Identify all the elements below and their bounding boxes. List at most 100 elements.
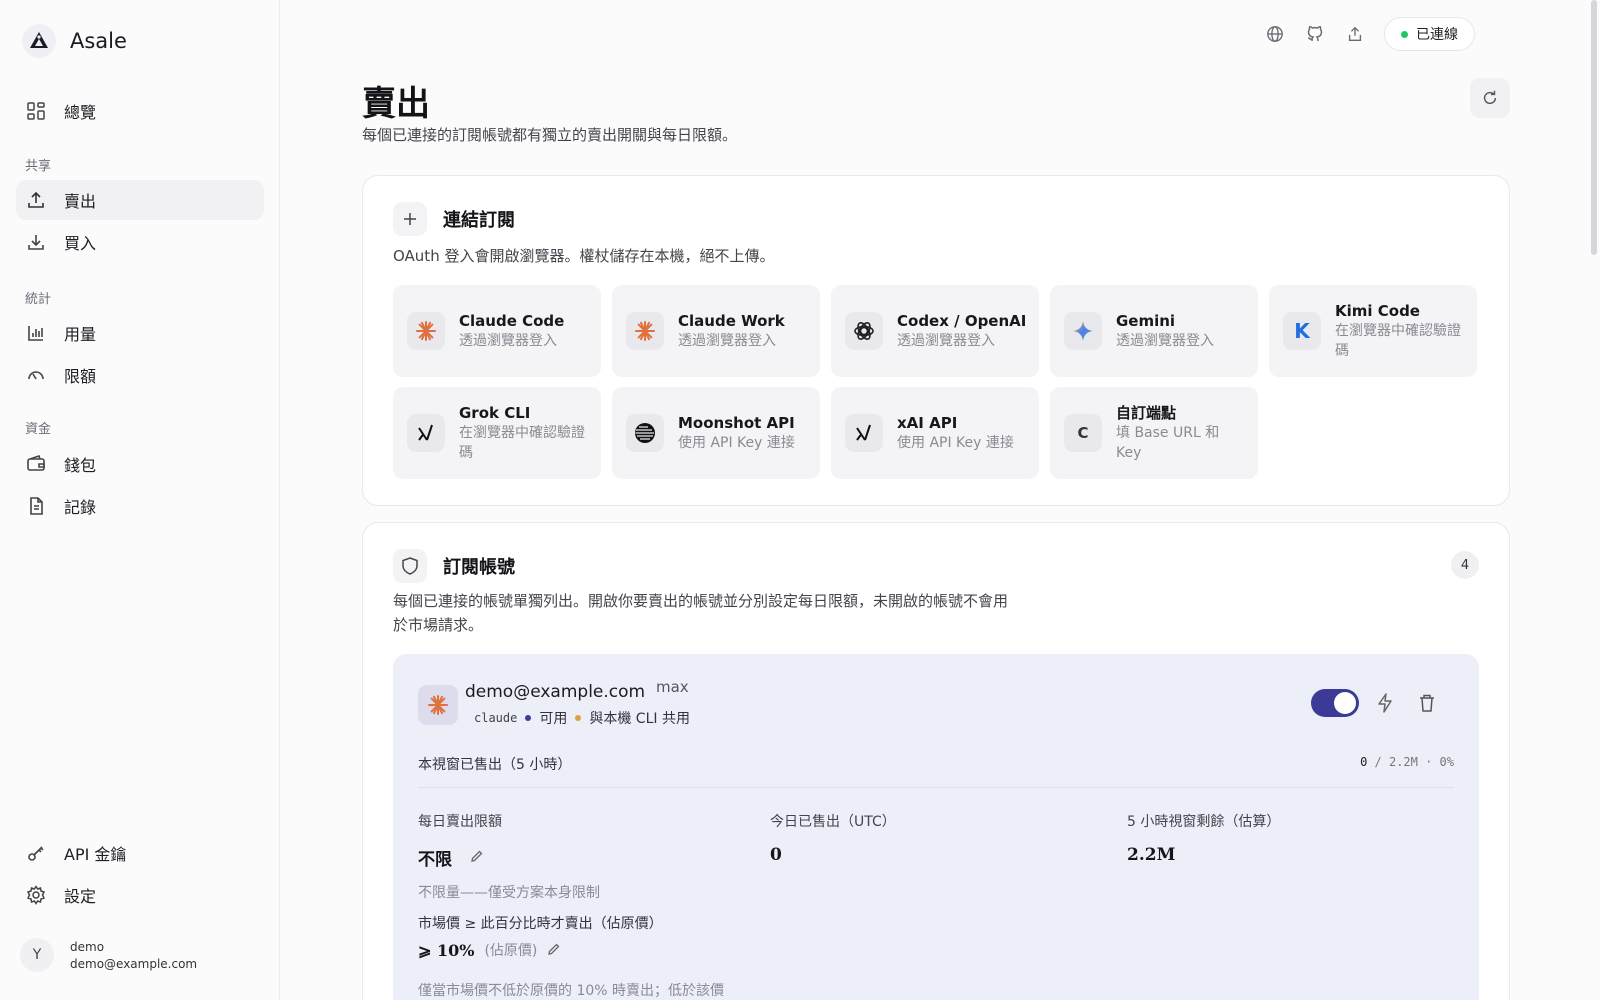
provider-subtitle: 透過瀏覽器登入 (459, 333, 557, 349)
provider-title: Grok CLI (459, 404, 531, 422)
provider-gemini[interactable]: Gemini 透過瀏覽器登入 (1050, 285, 1258, 377)
key-icon (28, 846, 44, 861)
provider-subtitle: 填 Base URL 和 Key (1116, 425, 1220, 461)
edit-market-threshold-icon[interactable] (547, 941, 561, 960)
provider-title: Kimi Code (1335, 302, 1420, 320)
sidebar-item-label: 設定 (64, 887, 97, 906)
provider-title: Moonshot API (678, 414, 795, 432)
provider-title: 自訂端點 (1116, 404, 1177, 422)
grok-icon (407, 414, 445, 452)
provider-kimi-code[interactable]: K Kimi Code 在瀏覽器中確認驗證碼 (1269, 285, 1477, 377)
provider-custom-endpoint[interactable]: C 自訂端點填 Base URL 和 Key (1050, 387, 1258, 479)
sidebar-item-overview[interactable]: 總覽 (16, 91, 264, 131)
sidebar-item-label: 限額 (64, 367, 97, 386)
openai-icon (845, 312, 883, 350)
download-icon (28, 235, 44, 250)
market-threshold-value: ⩾ 10% (418, 940, 475, 960)
daily-limit-value: 不限 (418, 850, 452, 870)
kimi-icon: K (1283, 312, 1321, 350)
unlimited-note: 不限量——僅受方案本身限制 (418, 885, 600, 901)
provider-subtitle: 使用 API Key 連接 (678, 435, 795, 451)
provider-moonshot-api[interactable]: Moonshot API 使用 API Key 連接 (612, 387, 820, 479)
account-status: 可用 (539, 711, 568, 727)
provider-xai-api[interactable]: xAI API 使用 API Key 連接 (831, 387, 1039, 479)
connect-card-header: 連結訂閱 (393, 202, 515, 236)
account-plan: max (656, 678, 689, 696)
provider-subtitle: 使用 API Key 連接 (897, 435, 1014, 451)
sidebar-item-label: 錢包 (64, 456, 97, 475)
sell-toggle[interactable] (1311, 689, 1359, 717)
sidebar-item-label: 總覽 (64, 103, 97, 122)
provider-title: Claude Code (459, 312, 565, 330)
avatar: Y (20, 938, 54, 972)
user-name: demo (70, 940, 105, 954)
trash-icon[interactable] (1418, 693, 1436, 717)
sidebar-item-wallet[interactable]: 錢包 (16, 444, 264, 484)
sidebar-item-api-keys[interactable]: API 金鑰 (16, 833, 264, 873)
gemini-icon (1064, 312, 1102, 350)
upload-icon (28, 191, 44, 208)
bolt-icon[interactable] (1376, 693, 1394, 717)
page-title: 賣出 (362, 84, 430, 124)
provider-claude-work[interactable]: Claude Work 透過瀏覽器登入 (612, 285, 820, 377)
provider-subtitle: 透過瀏覽器登入 (1116, 333, 1214, 349)
plus-icon[interactable] (393, 202, 427, 236)
sidebar-item-records[interactable]: 記錄 (16, 486, 264, 526)
github-icon[interactable] (1304, 23, 1326, 45)
connection-status-label: 已連線 (1416, 27, 1458, 43)
brand[interactable]: Asale (22, 24, 127, 58)
accounts-count-badge: 4 (1451, 551, 1479, 579)
gear-icon (26, 885, 46, 905)
page-subtitle: 每個已連接的訂閱帳號都有獨立的賣出開關與每日限額。 (362, 126, 738, 144)
sold-today-value: 0 (770, 845, 782, 865)
window-remaining-label: 5 小時視窗剩餘（估算） (1127, 814, 1281, 830)
page-scrollbar[interactable] (1591, 0, 1597, 255)
sidebar-item-settings[interactable]: 設定 (16, 875, 264, 915)
asale-logo-icon (22, 24, 56, 58)
moonshot-icon (626, 414, 664, 452)
sidebar-item-limits[interactable]: 限額 (16, 355, 264, 395)
account-panel: demo@example.com max claude 可用 與本機 CLI 共… (393, 654, 1479, 1000)
connect-card-desc: OAuth 登入會開啟瀏覽器。權杖儲存在本機，絕不上傳。 (393, 247, 775, 265)
sidebar-item-sell[interactable]: 賣出 (16, 180, 264, 220)
section-funds: 資金 (25, 422, 52, 437)
gauge-icon (28, 371, 44, 380)
refresh-button[interactable] (1470, 78, 1510, 118)
sidebar-item-label: 用量 (64, 325, 97, 344)
sidebar-item-buy[interactable]: 買入 (16, 222, 264, 262)
document-icon (30, 497, 43, 515)
provider-tag: claude (474, 711, 518, 725)
share-icon[interactable] (1344, 23, 1366, 45)
sidebar-item-usage[interactable]: 用量 (16, 313, 264, 353)
edit-daily-limit-icon[interactable] (470, 848, 484, 867)
sold-today-label: 今日已售出（UTC） (770, 814, 896, 830)
provider-title: xAI API (897, 414, 958, 432)
window-remaining-value: 2.2M (1127, 845, 1176, 865)
bar-chart-icon (28, 326, 43, 341)
provider-title: Gemini (1116, 312, 1176, 330)
globe-icon[interactable] (1264, 23, 1286, 45)
window-sold-value: 0 / 2.2M · 0% (1360, 755, 1454, 769)
connection-status-badge[interactable]: 已連線 (1384, 17, 1475, 51)
sidebar-item-label: 賣出 (64, 192, 97, 211)
app-name: Asale (70, 29, 127, 53)
user-profile[interactable]: Y demo demo@example.com (20, 938, 197, 972)
account-email: demo@example.com (465, 682, 646, 702)
provider-claude-code[interactable]: Claude Code 透過瀏覽器登入 (393, 285, 601, 377)
provider-grok-cli[interactable]: Grok CLI 在瀏覽器中確認驗證碼 (393, 387, 601, 479)
divider (418, 787, 1454, 788)
claude-icon (407, 312, 445, 350)
account-meta: claude 可用 與本機 CLI 共用 (474, 708, 690, 728)
shared-dot (575, 715, 582, 721)
window-sold-label: 本視窗已售出（5 小時） (418, 757, 572, 773)
connect-subscription-card: 連結訂閱 OAuth 登入會開啟瀏覽器。權杖儲存在本機，絕不上傳。 Claude… (362, 175, 1510, 506)
custom-endpoint-icon: C (1064, 414, 1102, 452)
market-threshold-label: 市場價 ≥ 此百分比時才賣出（佔原價） (418, 916, 663, 932)
provider-title: Codex / OpenAI (897, 312, 1027, 330)
claude-icon (418, 685, 458, 725)
status-dot (1401, 30, 1408, 38)
provider-subtitle: 透過瀏覽器登入 (678, 333, 776, 349)
market-threshold-row: ⩾ 10% (佔原價) (418, 940, 561, 960)
sidebar-item-label: 記錄 (64, 498, 97, 517)
provider-codex-openai[interactable]: Codex / OpenAI 透過瀏覽器登入 (831, 285, 1039, 377)
